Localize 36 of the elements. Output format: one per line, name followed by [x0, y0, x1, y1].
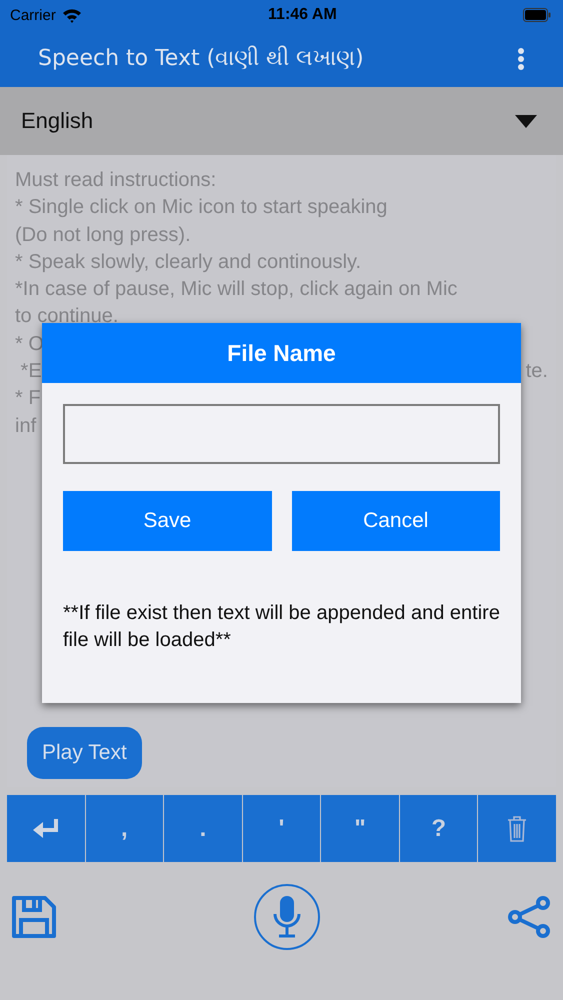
carrier-label: Carrier	[10, 6, 56, 24]
enter-key[interactable]	[7, 795, 85, 862]
punctuation-key[interactable]: .	[164, 795, 242, 862]
instruction-text: inf	[15, 414, 36, 439]
punctuation-key[interactable]: '	[242, 795, 320, 862]
dropdown-caret-icon	[515, 114, 537, 128]
instruction-text: * Speak slowly, clearly and continously.	[15, 250, 362, 275]
instruction-text: *In case of pause, Mic will stop, click again on Mic	[15, 277, 458, 302]
punctuation-key[interactable]: ?	[400, 795, 478, 862]
cancel-button[interactable]: Cancel	[292, 491, 500, 551]
play-text-button[interactable]: Play Text	[27, 727, 142, 779]
trash-icon	[507, 816, 528, 842]
return-arrow-icon	[32, 818, 59, 838]
instruction-text: (Do not long press).	[15, 222, 191, 248]
more-options-icon[interactable]	[517, 46, 525, 70]
app-title: Speech to Text (વાણી થી લખાણ)	[38, 46, 364, 71]
instruction-text: * F	[15, 386, 41, 412]
share-icon[interactable]	[507, 896, 551, 938]
save-icon[interactable]	[12, 896, 56, 938]
instruction-text: * Single click on Mic icon to start speaking	[15, 195, 388, 220]
instruction-text: Must read instructions:	[15, 168, 216, 193]
dialog-title: File Name	[42, 323, 521, 383]
punctuation-key[interactable]: "	[321, 795, 399, 862]
dialog-note: **If file exist then text will be appended and entire file will be loaded**	[63, 601, 500, 653]
language-dropdown[interactable]: English	[0, 87, 563, 155]
instruction-text: te.	[526, 359, 548, 384]
instruction-text: *E	[20, 359, 42, 384]
delete-key[interactable]	[478, 795, 556, 862]
battery-icon	[523, 8, 551, 22]
punctuation-key[interactable]: ,	[86, 795, 164, 862]
save-button[interactable]: Save	[63, 491, 272, 551]
wifi-icon	[62, 8, 82, 22]
microphone-button[interactable]	[254, 884, 320, 950]
microphone-icon	[272, 896, 302, 938]
status-time: 11:46 AM	[268, 6, 337, 24]
file-name-field[interactable]	[63, 404, 500, 464]
